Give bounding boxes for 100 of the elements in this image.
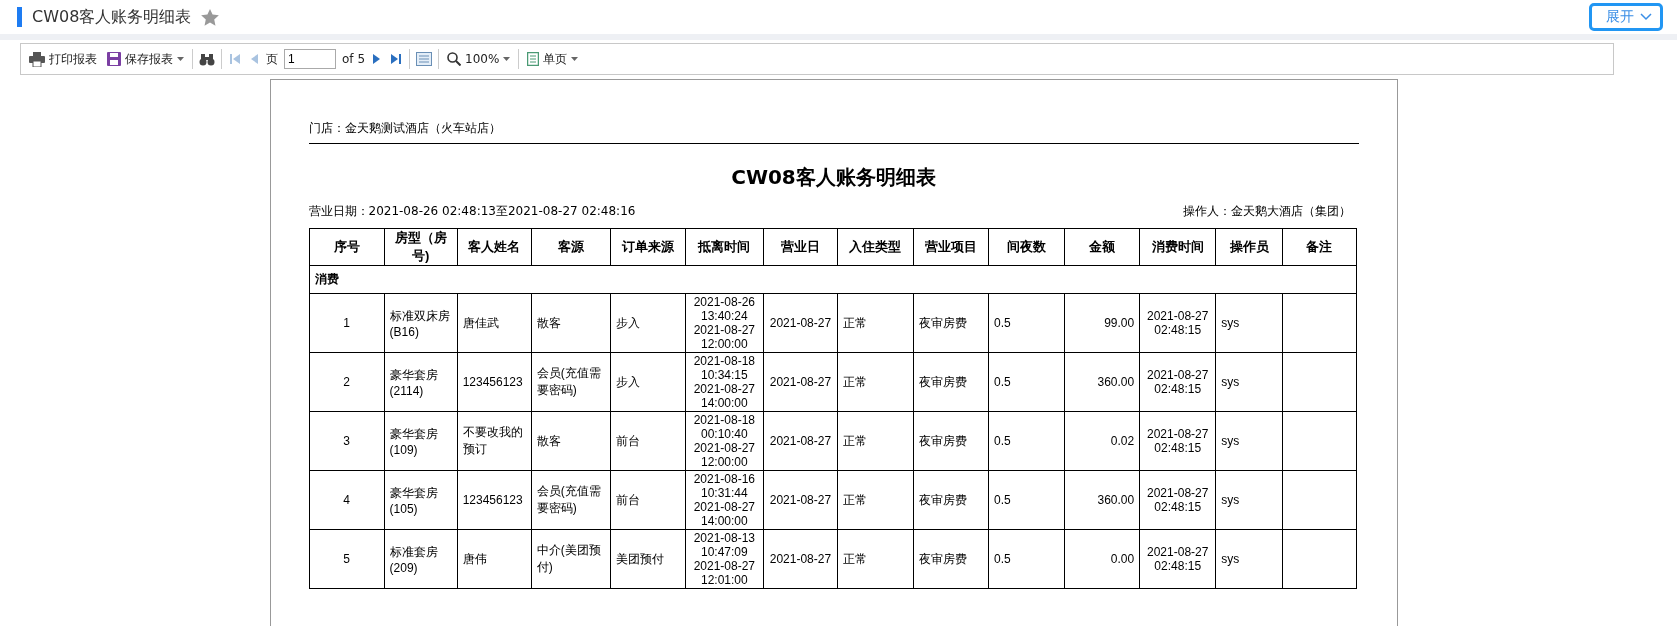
table-cell: 2021-08-27	[763, 293, 838, 353]
table-cell: 0.5	[988, 470, 1065, 530]
table-cell: 正常	[837, 352, 914, 412]
table-cell: 中介(美团预付)	[531, 529, 611, 589]
group-header: 消费	[309, 265, 1356, 294]
table-cell: 0.02	[1064, 411, 1140, 471]
table-cell: 0.5	[988, 293, 1065, 353]
table-cell: 唐佳武	[457, 293, 532, 353]
table-cell: 5	[309, 529, 385, 589]
page-total: of 5	[342, 52, 365, 66]
caret-icon	[177, 57, 184, 61]
table-cell: 散客	[531, 411, 611, 471]
table-cell: 0.5	[988, 352, 1065, 412]
table-cell: 4	[309, 470, 385, 530]
table-cell: 99.00	[1064, 293, 1140, 353]
table-cell: 0.00	[1064, 529, 1140, 589]
column-header: 订单来源	[610, 228, 686, 266]
table-cell: 前台	[610, 411, 686, 471]
magnifier-icon	[447, 52, 461, 66]
page-label: 页	[266, 50, 278, 68]
column-header: 备注	[1282, 228, 1356, 266]
chevron-down-icon	[1640, 13, 1652, 21]
table-cell: sys	[1215, 470, 1283, 530]
zoom-button[interactable]: 100%	[445, 52, 513, 66]
table-cell: 0.5	[988, 411, 1065, 471]
column-header: 客人姓名	[457, 228, 532, 266]
table-cell: 2	[309, 352, 385, 412]
table-cell: 123456123	[457, 470, 532, 530]
table-cell: 2021-08-16 10:31:44 2021-08-27 14:00:00	[685, 470, 764, 530]
table-cell: 2021-08-27 02:48:15	[1139, 529, 1216, 589]
column-header: 抵离时间	[685, 228, 764, 266]
last-page-button[interactable]	[389, 53, 403, 65]
table-cell: 2021-08-27	[763, 352, 838, 412]
table-cell: sys	[1215, 293, 1283, 353]
table-cell: 2021-08-27 02:48:15	[1139, 352, 1216, 412]
table-cell: 夜审房费	[913, 352, 989, 412]
save-report-button[interactable]: 保存报表	[105, 50, 186, 68]
table-cell: 豪华套房(2114)	[384, 352, 458, 412]
table-cell: 2021-08-27	[763, 470, 838, 530]
table-cell: 正常	[837, 470, 914, 530]
table-cell: 标准套房(209)	[384, 529, 458, 589]
page-number-input[interactable]: 1	[284, 49, 336, 69]
store-name: 门店：金天鹅测试酒店（火车站店）	[308, 120, 1359, 144]
column-header: 操作员	[1215, 228, 1283, 266]
table-cell: 1	[309, 293, 385, 353]
table-cell: 2021-08-26 13:40:24 2021-08-27 12:00:00	[685, 293, 764, 353]
table-cell: 2021-08-27 02:48:15	[1139, 470, 1216, 530]
table-cell: 美团预付	[610, 529, 686, 589]
table-cell: 标准双床房(B16)	[384, 293, 458, 353]
table-cell: 夜审房费	[913, 411, 989, 471]
table-cell: 夜审房费	[913, 470, 989, 530]
table-cell: 夜审房费	[913, 529, 989, 589]
table-cell: 0.5	[988, 529, 1065, 589]
table-cell: 步入	[610, 293, 686, 353]
column-header: 序号	[309, 228, 385, 266]
table-cell: sys	[1215, 529, 1283, 589]
table-cell: 2021-08-18 00:10:40 2021-08-27 12:00:00	[685, 411, 764, 471]
table-cell: 唐伟	[457, 529, 532, 589]
table-cell: 正常	[837, 529, 914, 589]
table-cell: 3	[309, 411, 385, 471]
column-header: 房型（房号)	[384, 228, 458, 266]
table-cell: 不要改我的预订	[457, 411, 532, 471]
printer-icon	[29, 51, 45, 67]
table-cell: 360.00	[1064, 470, 1140, 530]
column-header: 营业项目	[913, 228, 989, 266]
print-report-button[interactable]: 打印报表	[27, 50, 99, 68]
table-cell: 2021-08-27 02:48:15	[1139, 293, 1216, 353]
table-cell: 123456123	[457, 352, 532, 412]
star-icon[interactable]	[201, 8, 220, 26]
table-cell: sys	[1215, 411, 1283, 471]
table-cell: 豪华套房(109)	[384, 411, 458, 471]
caret-icon	[571, 57, 579, 61]
column-header: 间夜数	[988, 228, 1065, 266]
table-cell: 步入	[610, 352, 686, 412]
table-cell: 散客	[531, 293, 611, 353]
table-cell: sys	[1215, 352, 1283, 412]
business-date: 营业日期：2021-08-26 02:48:13至2021-08-27 02:48:16	[308, 203, 636, 220]
column-header: 客源	[531, 228, 611, 266]
table-cell: 夜审房费	[913, 293, 989, 353]
title-accent-bar	[17, 7, 22, 27]
table-cell: 会员(充值需要密码)	[531, 352, 611, 412]
table-cell: 2021-08-27 02:48:15	[1139, 411, 1216, 471]
binoculars-icon[interactable]	[199, 52, 215, 66]
table-cell: 2021-08-27	[763, 411, 838, 471]
table-cell: 前台	[610, 470, 686, 530]
expand-button[interactable]: 展开	[1589, 3, 1663, 31]
table-cell: 2021-08-27	[763, 529, 838, 589]
table-cell: 正常	[837, 293, 914, 353]
page-title: CW08客人账务明细表	[32, 6, 192, 28]
column-header: 消费时间	[1139, 228, 1216, 266]
table-cell: 2021-08-18 10:34:15 2021-08-27 14:00:00	[685, 352, 764, 412]
view-mode-button[interactable]: 单页	[525, 50, 581, 68]
table-cell: 会员(充值需要密码)	[531, 470, 611, 530]
table-cell: 2021-08-13 10:47:09 2021-08-27 12:01:00	[685, 529, 764, 589]
operator: 操作人：金天鹅大酒店（集团）	[1182, 203, 1351, 220]
table-cell: 正常	[837, 411, 914, 471]
page-view-icon[interactable]	[416, 52, 432, 66]
column-header: 营业日	[763, 228, 838, 266]
table-cell: 360.00	[1064, 352, 1140, 412]
document-icon	[527, 52, 540, 66]
